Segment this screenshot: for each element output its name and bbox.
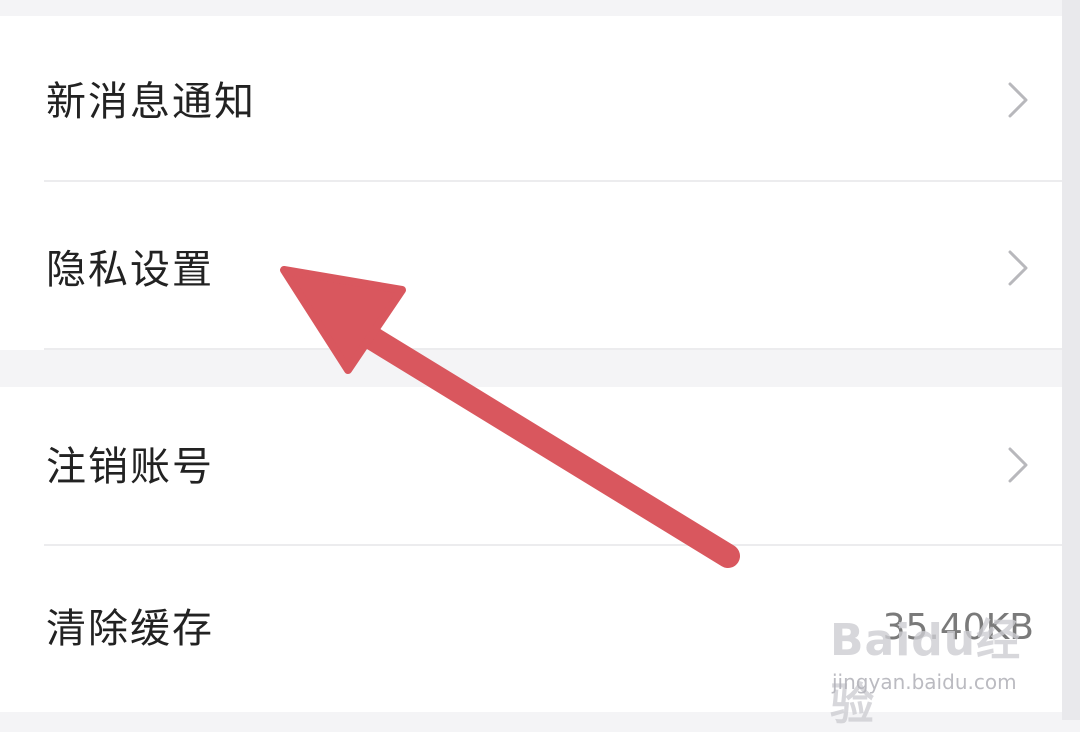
- settings-group-1: 新消息通知 隐私设置: [0, 16, 1062, 350]
- scroll-edge: [1062, 0, 1080, 720]
- chevron-right-icon: [1008, 82, 1028, 118]
- settings-group-2: 注销账号 清除缓存 35.40KB: [0, 387, 1062, 712]
- row-privacy-settings[interactable]: 隐私设置: [0, 182, 1062, 350]
- row-delete-account[interactable]: 注销账号: [0, 387, 1062, 544]
- row-clear-cache[interactable]: 清除缓存 35.40KB: [0, 546, 1062, 712]
- divider: [44, 348, 1062, 350]
- row-new-message-notification[interactable]: 新消息通知: [0, 16, 1062, 181]
- settings-screen: 新消息通知 隐私设置 注销账号 清除缓存 35.40KB: [0, 0, 1062, 720]
- chevron-right-icon: [1008, 250, 1028, 286]
- chevron-right-icon: [1008, 447, 1028, 483]
- row-label: 注销账号: [46, 444, 214, 490]
- row-label: 清除缓存: [46, 606, 214, 652]
- row-label: 隐私设置: [46, 247, 214, 293]
- row-label: 新消息通知: [46, 79, 256, 125]
- cache-size-value: 35.40KB: [882, 607, 1034, 648]
